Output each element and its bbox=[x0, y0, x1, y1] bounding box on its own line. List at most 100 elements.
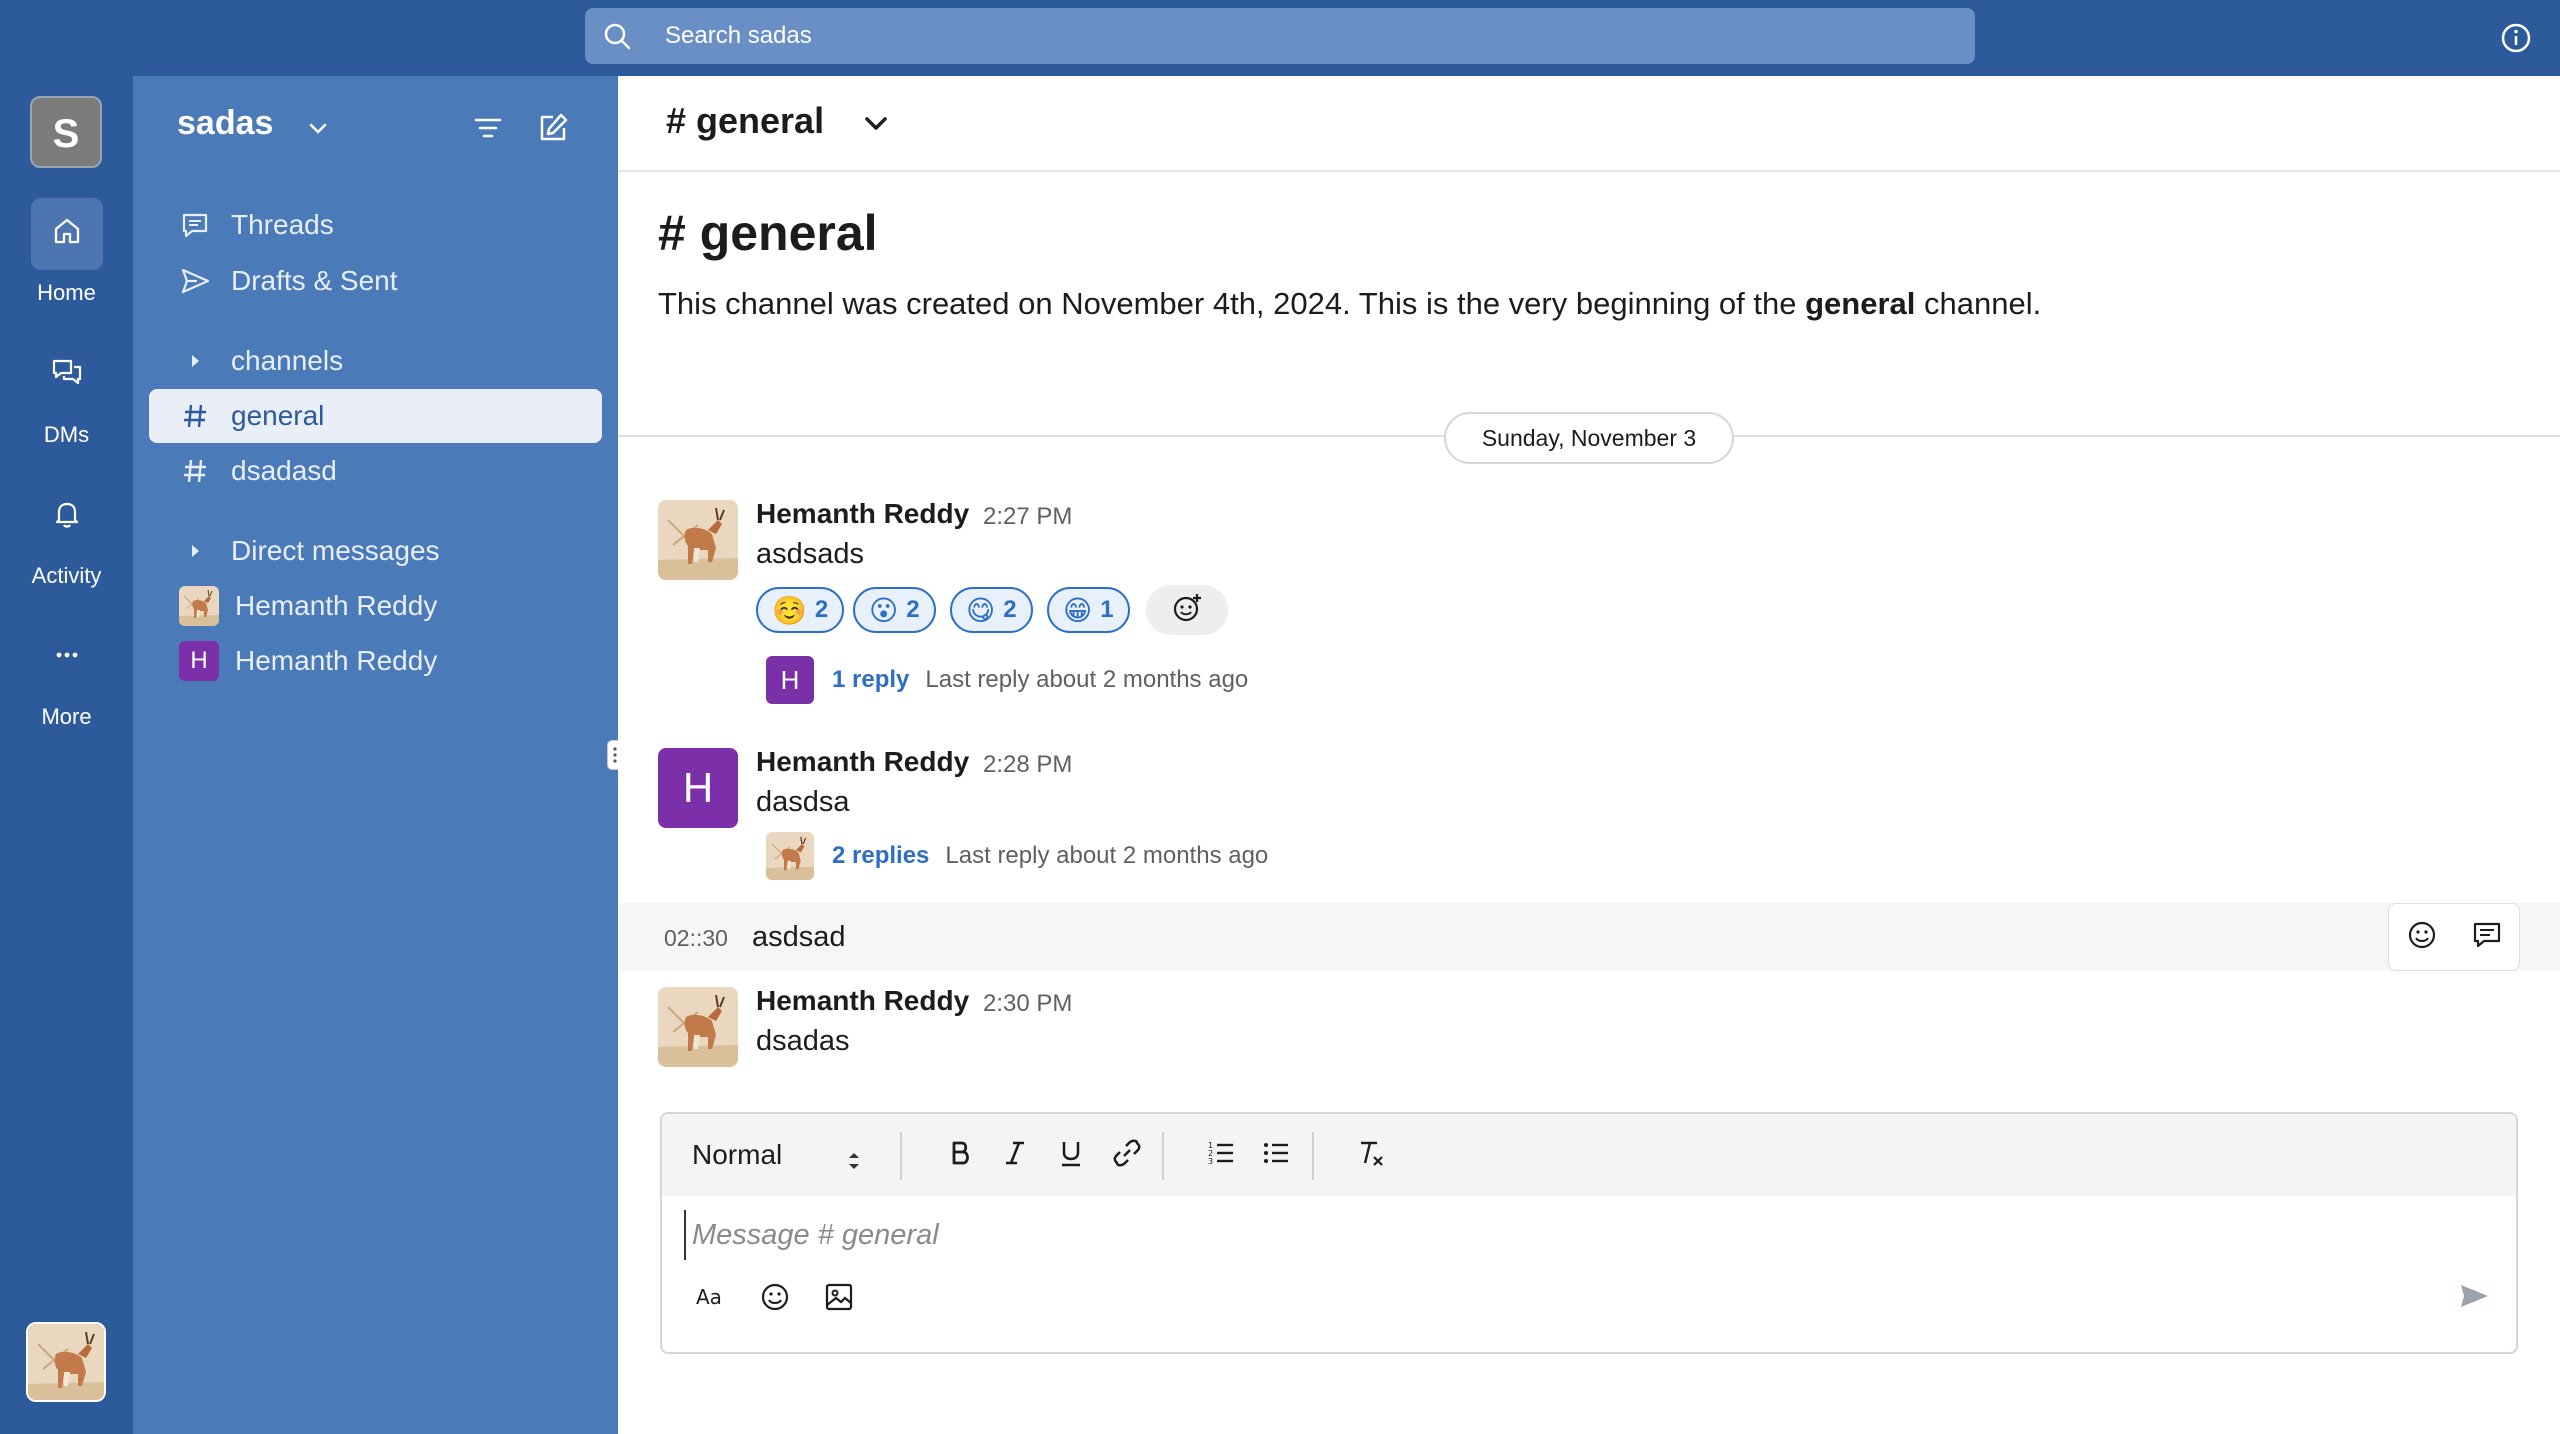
sidebar-channel-general[interactable]: general bbox=[149, 389, 602, 443]
sidebar-dm-item[interactable]: Hemanth Reddy bbox=[149, 579, 602, 633]
send-button[interactable] bbox=[2452, 1276, 2496, 1320]
italic-icon bbox=[1000, 1138, 1030, 1173]
emoji-button[interactable] bbox=[754, 1278, 796, 1320]
workspace-name[interactable]: sadas bbox=[177, 104, 273, 143]
emoji-icon[interactable] bbox=[2405, 918, 2439, 957]
thread-summary[interactable]: H 1 reply Last reply about 2 months ago bbox=[766, 656, 1248, 704]
reaction-emoji: 😋 bbox=[966, 594, 996, 626]
message-item: Hemanth Reddy 2:30 PM dsadas bbox=[618, 979, 2560, 1089]
link-icon bbox=[1111, 1137, 1143, 1174]
avatar[interactable]: H bbox=[658, 748, 738, 828]
thread-last-reply: Last reply about 2 months ago bbox=[925, 666, 1249, 693]
rail-label-more: More bbox=[41, 704, 92, 729]
message-author[interactable]: Hemanth Reddy bbox=[756, 498, 969, 530]
hash-icon bbox=[175, 451, 215, 491]
message-time[interactable]: 2:30 PM bbox=[983, 990, 1072, 1018]
chevron-down-icon[interactable] bbox=[856, 104, 896, 144]
rail-label-activity: Activity bbox=[31, 563, 102, 588]
text-format-icon: Aa bbox=[694, 1280, 728, 1319]
top-bar: Search sadas bbox=[0, 0, 2560, 76]
emoji-icon bbox=[758, 1280, 792, 1319]
avatar bbox=[766, 832, 814, 880]
message-text: asdsads bbox=[756, 538, 865, 570]
sidebar-item-label: Threads bbox=[231, 209, 334, 240]
thread-reply-count[interactable]: 2 replies bbox=[832, 842, 929, 870]
reaction-count: 1 bbox=[1100, 596, 1114, 623]
rail-item-activity[interactable]: Activity bbox=[0, 481, 133, 589]
workspace-avatar[interactable]: S bbox=[30, 96, 102, 168]
avatar[interactable] bbox=[658, 500, 738, 580]
link-button[interactable] bbox=[1106, 1134, 1148, 1176]
attach-image-button[interactable] bbox=[818, 1278, 860, 1320]
text-style-select[interactable]: Normal bbox=[692, 1132, 872, 1178]
italic-button[interactable] bbox=[994, 1134, 1036, 1176]
bullet-list-button[interactable] bbox=[1255, 1134, 1297, 1176]
underline-icon bbox=[1056, 1138, 1086, 1173]
dm-name: Hemanth Reddy bbox=[235, 590, 438, 621]
reaction-chip[interactable]: 😋 2 bbox=[950, 587, 1033, 633]
message-input[interactable]: Message # general bbox=[684, 1210, 2484, 1260]
sort-arrows-icon bbox=[842, 1142, 866, 1169]
search-bar[interactable]: Search sadas bbox=[585, 8, 1975, 64]
add-emoji-icon bbox=[1169, 590, 1205, 631]
reaction-chip[interactable]: ☺️ 2 bbox=[756, 587, 845, 633]
sidebar-dm-item[interactable]: H Hemanth Reddy bbox=[149, 634, 602, 688]
reaction-count: 2 bbox=[814, 596, 829, 623]
send-icon bbox=[175, 261, 215, 301]
user-avatar[interactable] bbox=[26, 1322, 106, 1402]
date-divider[interactable]: Sunday, November 3 bbox=[1444, 412, 1734, 464]
channel-name: general bbox=[231, 400, 325, 431]
dm-section-toggle[interactable]: Direct messages bbox=[149, 524, 602, 578]
avatar: H bbox=[766, 656, 814, 704]
reply-thread-icon[interactable] bbox=[2470, 918, 2504, 957]
channel-header-title[interactable]: # general bbox=[666, 100, 824, 142]
home-icon bbox=[50, 214, 84, 254]
add-reaction-button[interactable] bbox=[1146, 585, 1228, 635]
reaction-count: 2 bbox=[1003, 596, 1017, 623]
rail-item-home[interactable]: Home bbox=[0, 198, 133, 306]
toolbar-divider bbox=[1162, 1132, 1164, 1180]
text-style-value: Normal bbox=[692, 1139, 783, 1170]
intro-prefix: This channel was created on November 4th… bbox=[658, 286, 1806, 321]
caret-right-icon bbox=[175, 531, 215, 571]
svg-text:3: 3 bbox=[1208, 1157, 1213, 1166]
filter-icon[interactable] bbox=[468, 108, 508, 148]
thread-summary[interactable]: 2 replies Last reply about 2 months ago bbox=[766, 832, 1268, 880]
message-author[interactable]: Hemanth Reddy bbox=[756, 746, 969, 778]
chevron-down-icon[interactable] bbox=[303, 114, 333, 144]
section-label: Direct messages bbox=[231, 535, 440, 566]
avatar[interactable] bbox=[658, 987, 738, 1067]
channels-section-toggle[interactable]: channels bbox=[149, 334, 602, 388]
rail-item-dms[interactable]: DMs bbox=[0, 340, 133, 448]
reaction-emoji: 😁 bbox=[1063, 594, 1093, 626]
sidebar-item-threads[interactable]: Threads bbox=[149, 198, 602, 252]
reaction-chip[interactable]: 😁 1 bbox=[1047, 587, 1130, 633]
reaction-chip[interactable]: 😮 2 bbox=[853, 587, 936, 633]
ordered-list-button[interactable]: 123 bbox=[1200, 1134, 1242, 1176]
caret-right-icon bbox=[175, 341, 215, 381]
toolbar-divider bbox=[900, 1132, 902, 1180]
message-time[interactable]: 02::30 bbox=[664, 925, 728, 952]
formatting-toggle-button[interactable]: Aa bbox=[690, 1278, 732, 1320]
channel-intro-text: This channel was created on November 4th… bbox=[658, 286, 2041, 322]
underline-button[interactable] bbox=[1050, 1134, 1092, 1176]
message-time[interactable]: 2:27 PM bbox=[983, 503, 1072, 531]
sidebar-item-drafts[interactable]: Drafts & Sent bbox=[149, 254, 602, 308]
message-time[interactable]: 2:28 PM bbox=[983, 751, 1072, 779]
compose-icon[interactable] bbox=[533, 108, 573, 148]
thread-reply-count[interactable]: 1 reply bbox=[832, 666, 909, 694]
message-author[interactable]: Hemanth Reddy bbox=[756, 985, 969, 1017]
channel-header: # general bbox=[618, 76, 2560, 172]
reaction-emoji: 😮 bbox=[869, 594, 899, 626]
info-icon[interactable] bbox=[2496, 18, 2536, 58]
intro-suffix: channel. bbox=[1915, 286, 2042, 321]
reaction-emoji: ☺️ bbox=[772, 594, 807, 626]
sidebar-channel-dsadasd[interactable]: dsadasd bbox=[149, 444, 602, 498]
bold-button[interactable] bbox=[939, 1134, 981, 1176]
clear-format-button[interactable] bbox=[1350, 1134, 1392, 1176]
rail-item-more[interactable]: More bbox=[0, 622, 133, 730]
message-item-continuation[interactable]: 02::30 asdsad bbox=[618, 903, 2560, 971]
intro-channel-name: general bbox=[1805, 286, 1916, 321]
toolbar-divider bbox=[1312, 1132, 1314, 1180]
search-placeholder: Search sadas bbox=[665, 22, 812, 49]
